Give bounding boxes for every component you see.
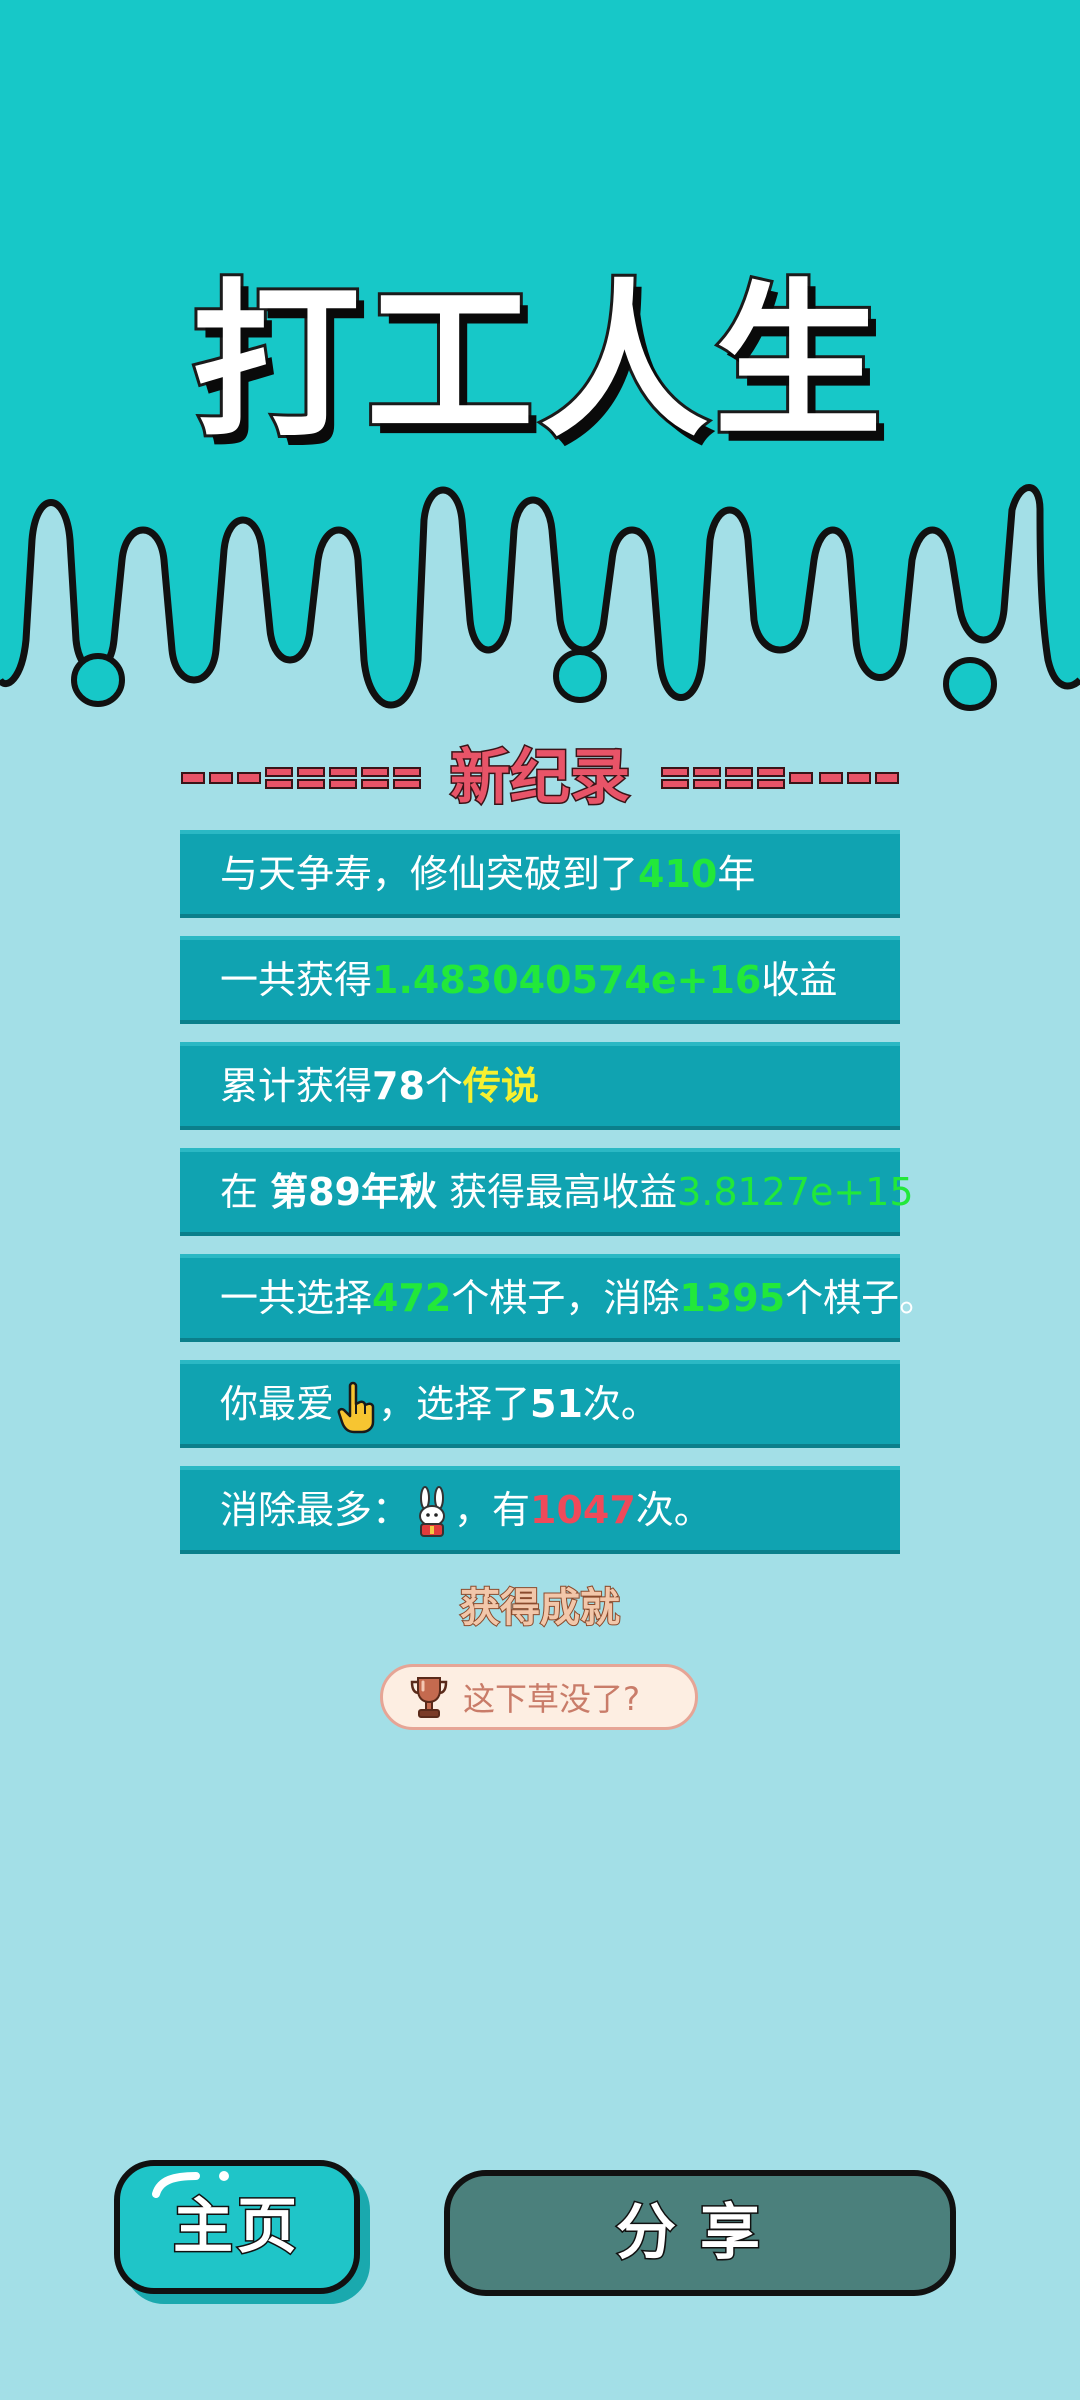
stat-row-total-income: 一共获得1.483040574e+16收益	[180, 936, 900, 1024]
stat-value: 51	[530, 1382, 583, 1426]
share-button[interactable]: 分享	[444, 2170, 956, 2296]
stat-text: 收益	[761, 958, 838, 1002]
stat-text: 获得最高收益	[436, 1170, 678, 1214]
stats-list: 与天争寿，修仙突破到了410年 一共获得1.483040574e+16收益 累计…	[180, 830, 937, 1572]
trophy-icon	[410, 1677, 448, 1718]
stat-row-favorite: 你最爱 ，选择了51次。	[180, 1360, 900, 1448]
home-button-label: 主页	[172, 2191, 301, 2264]
stat-value: 3.8127e+15	[677, 1170, 914, 1214]
stat-value: 1395	[679, 1276, 786, 1320]
stat-text: 消除最多：	[220, 1488, 411, 1532]
stat-text: 次。	[582, 1382, 659, 1426]
pointing-hand-icon	[337, 1381, 375, 1433]
stat-text: 个棋子。	[785, 1276, 938, 1320]
home-button[interactable]: 主页	[114, 2160, 360, 2294]
stat-season: 第89年秋	[270, 1170, 437, 1214]
stat-tier: 传说	[462, 1064, 539, 1108]
stat-text: 你最爱	[220, 1382, 335, 1426]
stat-text: ，有	[454, 1488, 531, 1532]
share-button-label: 分享	[615, 2197, 784, 2270]
achievement-badge[interactable]: 这下草没了?	[380, 1664, 698, 1730]
stat-row-most-removed: 消除最多： ，有1047次。	[180, 1466, 900, 1554]
achievements-title: 获得成就	[459, 1584, 621, 1632]
stat-text: 年	[717, 852, 756, 896]
stat-value: 78	[372, 1064, 425, 1108]
stat-value: 1047	[530, 1488, 636, 1532]
game-title: 打工人生	[189, 261, 888, 463]
stat-text: 个棋子，消除	[451, 1276, 680, 1320]
stat-text: 一共获得	[220, 958, 373, 1002]
stat-text: 次。	[635, 1488, 712, 1532]
record-title: 新纪录	[449, 742, 632, 815]
stat-row-lifespan: 与天争寿，修仙突破到了410年	[180, 830, 900, 918]
stat-value: 472	[372, 1276, 452, 1320]
stat-value: 1.483040574e+16	[372, 958, 762, 1002]
stat-text: 个	[424, 1064, 463, 1108]
stat-row-best-season: 在 第89年秋 获得最高收益3.8127e+15	[180, 1148, 914, 1236]
achievement-label: 这下草没了?	[463, 1680, 640, 1718]
rabbit-icon	[419, 1485, 446, 1537]
stat-text: 与天争寿，修仙突破到了	[220, 852, 639, 896]
stat-text: 在	[220, 1170, 271, 1214]
stat-text: ，选择了	[378, 1382, 531, 1426]
stat-text: 累计获得	[220, 1064, 373, 1108]
stat-row-pieces: 一共选择472个棋子，消除1395个棋子。	[180, 1254, 937, 1342]
new-record-header: 新纪录	[180, 740, 900, 816]
stat-text: 一共选择	[220, 1276, 373, 1320]
stat-value: 410	[638, 852, 718, 896]
stat-row-legendary: 累计获得78个传说	[180, 1042, 900, 1130]
